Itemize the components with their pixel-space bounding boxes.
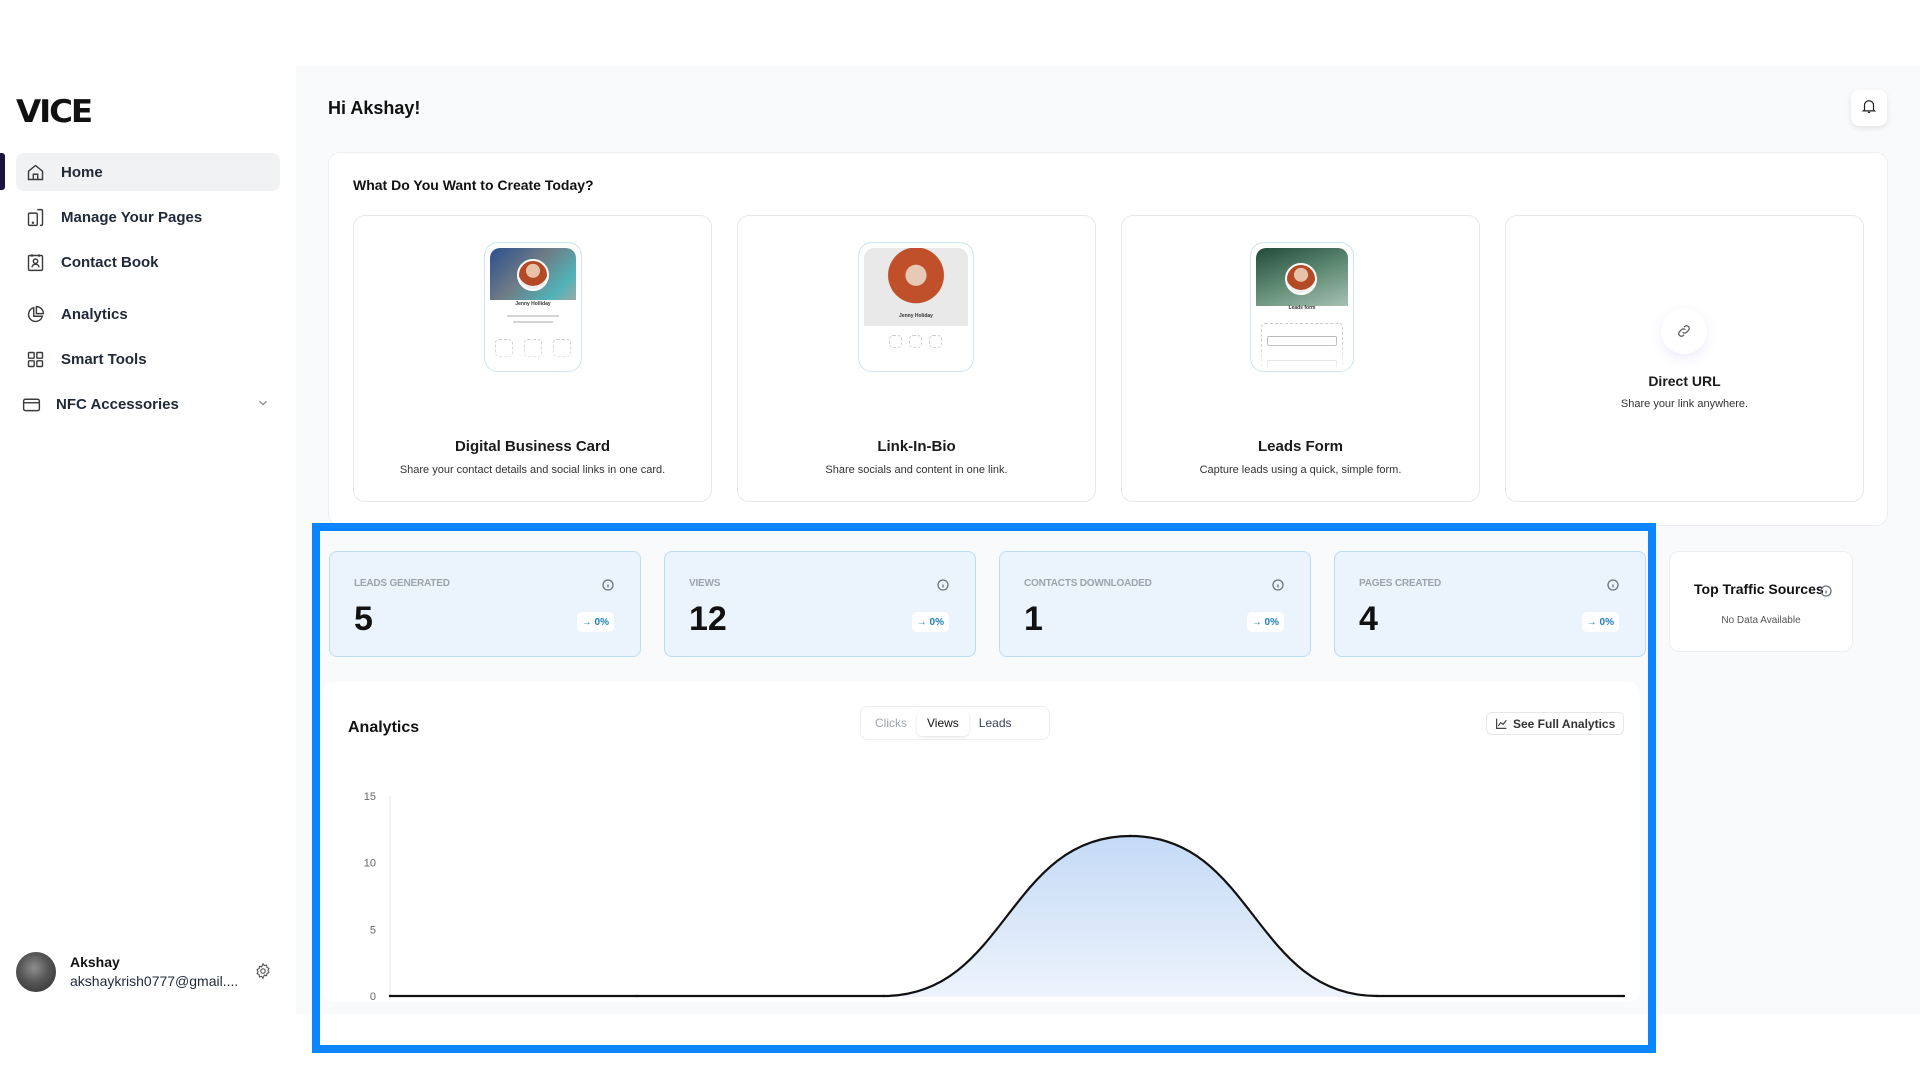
data-point [635,994,638,998]
sidebar-item-label: Contact Book [61,253,159,271]
tab-views[interactable]: Views [917,710,969,736]
stat-value: 4 [1359,600,1378,638]
user-name: Akshay [70,954,120,970]
stat-label: LEADS GENERATED [354,578,450,589]
card-description: Capture leads using a quick, simple form… [1199,464,1402,476]
traffic-title: Top Traffic Sources [1694,581,1824,597]
card-title: Direct URL [1648,373,1721,389]
bell-icon [1860,97,1878,120]
create-panel: What Do You Want to Create Today? Jenny … [328,152,1888,526]
change-badge: → 0% [576,612,614,632]
grid-icon [24,348,46,370]
y-tick-label: 15 [364,791,376,803]
main-content: Hi Akshay! What Do You Want to Create To… [296,66,1920,1014]
sidebar-item-label: Home [61,163,103,181]
link-in-bio-preview: Jenny Holiday [858,242,974,372]
stat-value: 5 [354,600,373,638]
sidebar-item-label: Manage Your Pages [61,208,203,226]
stat-label: CONTACTS DOWNLOADED [1024,578,1152,589]
data-point [1622,994,1626,998]
arrow-right-icon: → [581,616,595,628]
contact-book-icon [24,251,46,273]
change-badge: → 0% [911,612,949,632]
arrow-right-icon: → [1251,616,1265,628]
sidebar-item-analytics[interactable]: Analytics [16,295,280,333]
avatar[interactable] [16,952,56,992]
sidebar-item-contact-book[interactable]: Contact Book [16,243,280,281]
data-point [388,994,392,998]
stat-label: VIEWS [689,578,721,589]
sidebar-item-manage-pages[interactable]: Manage Your Pages [16,198,280,236]
pages-icon [24,206,46,228]
info-icon[interactable] [937,578,949,591]
data-point [1376,994,1379,998]
arrow-right-icon: → [916,616,930,628]
sidebar: VICE Home Manage Your Pages Contact Book… [0,66,296,1016]
top-traffic-sources: Top Traffic Sources No Data Available [1669,551,1853,652]
stat-card-views: VIEWS 12 → 0% [664,551,976,657]
stat-card-leads-generated: LEADS GENERATED 5 → 0% [329,551,641,657]
sidebar-item-smart-tools[interactable]: Smart Tools [16,340,280,378]
user-profile[interactable]: Akshay akshaykrish0777@gmail.... [16,950,280,994]
arrow-right-icon: → [1586,616,1600,628]
create-card-link-in-bio[interactable]: Jenny Holiday Link-In-Bio Share socials … [737,215,1096,502]
line-chart-icon [1496,718,1507,729]
y-tick-label: 5 [370,924,376,936]
card-title: Digital Business Card [454,438,611,455]
info-icon[interactable] [1820,584,1832,597]
card-title: Link-In-Bio [877,438,956,455]
sidebar-item-label: NFC Accessories [56,395,179,413]
see-full-analytics-button[interactable]: See Full Analytics [1486,712,1625,735]
info-icon[interactable] [1607,578,1619,591]
card-icon [20,393,42,415]
tab-clicks[interactable]: Clicks [865,710,917,736]
page-title: Hi Akshay! [328,98,421,118]
tab-leads[interactable]: Leads [969,710,1022,736]
change-badge: → 0% [1581,612,1619,632]
info-icon[interactable] [602,578,614,591]
create-card-direct-url[interactable]: Direct URL Share your link anywhere. [1505,215,1864,502]
card-description: Share your link anywhere. [1620,398,1749,410]
analytics-panel: 0 5 10 15 Analytics Clicks Views Leads See … [322,682,1640,1002]
empty-state: No Data Available [1721,615,1801,626]
stat-value: 12 [689,600,727,638]
y-tick-label: 10 [364,858,376,870]
data-point [1129,834,1132,838]
chevron-down-icon[interactable] [256,396,270,410]
leads-form-preview: Leads form [1250,242,1354,372]
stat-value: 1 [1024,600,1043,638]
user-email: akshaykrish0777@gmail.... [70,973,239,989]
sidebar-item-label: Smart Tools [61,350,147,368]
y-tick-label: 0 [370,991,376,1002]
home-icon [24,161,46,183]
gear-icon[interactable] [254,962,272,980]
analytics-title: Analytics [348,719,420,736]
business-card-preview: Jenny Holliday [484,242,582,372]
create-title: What Do You Want to Create Today? [353,177,594,193]
logo[interactable]: VICE [16,94,93,130]
create-card-digital-business-card[interactable]: Jenny Holliday Digital Business Card Sha… [353,215,712,502]
pie-chart-icon [24,303,46,325]
sidebar-item-label: Analytics [61,305,128,323]
stat-card-contacts-downloaded: CONTACTS DOWNLOADED 1 → 0% [999,551,1311,657]
metric-toggle: Clicks Views Leads [860,706,1050,740]
stat-card-pages-created: PAGES CREATED 4 → 0% [1334,551,1646,657]
card-description: Share socials and content in one link. [825,464,1008,476]
card-title: Leads Form [1257,438,1344,455]
card-description: Share your contact details and social li… [399,464,666,476]
sidebar-item-nfc-accessories[interactable]: NFC Accessories [16,385,280,423]
info-icon[interactable] [1272,578,1284,591]
create-card-leads-form[interactable]: Leads form Leads Form Capture leads usin… [1121,215,1480,502]
data-point [882,994,885,998]
notifications-button[interactable] [1851,90,1887,126]
link-icon [1661,308,1707,354]
sidebar-item-home[interactable]: Home [16,153,280,191]
active-indicator [0,153,5,190]
stat-label: PAGES CREATED [1359,578,1442,589]
change-badge: → 0% [1246,612,1284,632]
